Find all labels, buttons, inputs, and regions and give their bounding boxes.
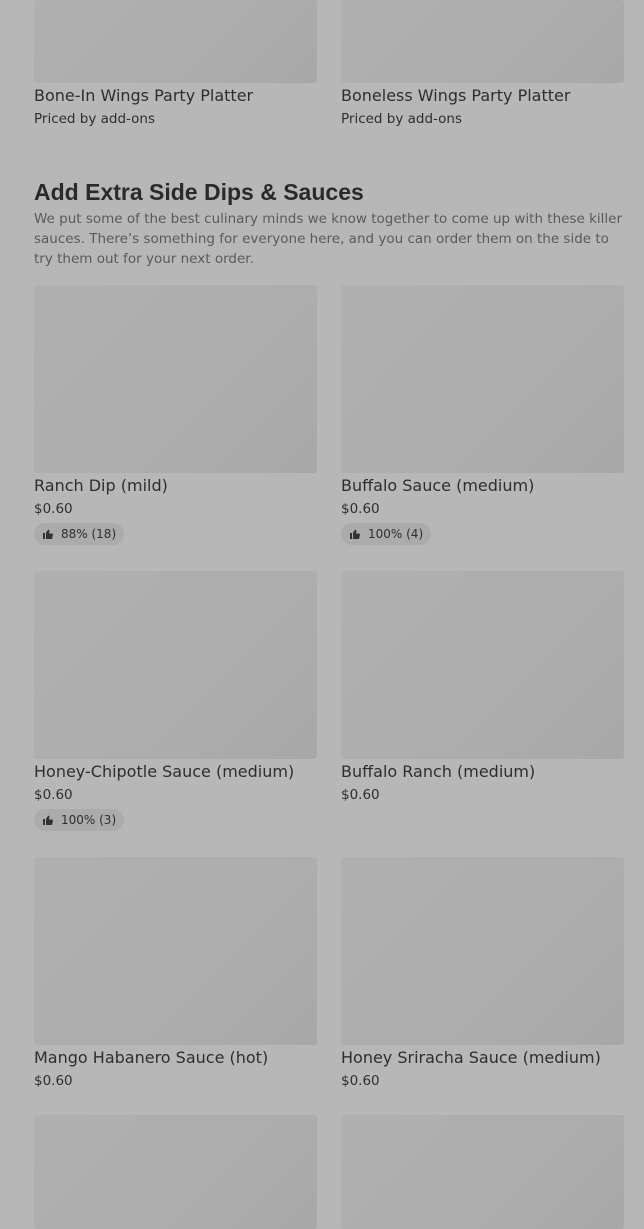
item-name[interactable]: Ranch Dip (mild)	[34, 476, 324, 496]
item-name[interactable]: Mango Habanero Sauce (hot)	[34, 1048, 324, 1068]
honey-sriracha-sauce-image[interactable]	[341, 857, 624, 1045]
item-price: Priced by add-ons	[34, 111, 156, 127]
rating-text: 100% (4)	[368, 527, 424, 541]
rating-badge: 100% (4)	[341, 523, 432, 545]
thumbs-up-icon	[43, 815, 53, 825]
mango-habanero-sauce-image[interactable]	[34, 857, 317, 1045]
bone-in-wings-platter-image[interactable]	[34, 0, 317, 83]
menu-page: Bone-In Wings Party Platter Priced by ad…	[0, 0, 644, 1229]
item-price: $0.60	[341, 787, 380, 803]
item-price: $0.60	[341, 1073, 380, 1089]
thumbs-up-icon	[43, 529, 53, 539]
menu-item-image[interactable]	[341, 1115, 624, 1229]
ranch-dip-image[interactable]	[34, 285, 317, 473]
rating-text: 88% (18)	[61, 527, 117, 541]
boneless-wings-platter-image[interactable]	[341, 0, 624, 83]
buffalo-sauce-image[interactable]	[341, 285, 624, 473]
rating-badge: 88% (18)	[34, 523, 125, 545]
honey-chipotle-sauce-image[interactable]	[34, 571, 317, 759]
item-price: $0.60	[34, 787, 73, 803]
thumbs-up-icon	[350, 529, 360, 539]
item-name[interactable]: Bone-In Wings Party Platter	[34, 86, 324, 106]
section-description: We put some of the best culinary minds w…	[34, 211, 623, 267]
menu-item-image[interactable]	[34, 1115, 317, 1229]
item-name[interactable]: Buffalo Ranch (medium)	[341, 762, 631, 782]
rating-text: 100% (3)	[61, 813, 117, 827]
item-price: $0.60	[34, 501, 73, 517]
item-name[interactable]: Boneless Wings Party Platter	[341, 86, 631, 106]
item-name[interactable]: Buffalo Sauce (medium)	[341, 476, 631, 496]
item-price: $0.60	[341, 501, 380, 517]
item-price: $0.60	[34, 1073, 73, 1089]
rating-badge: 100% (3)	[34, 809, 125, 831]
section-title: Add Extra Side Dips & Sauces	[34, 179, 364, 205]
item-price: Priced by add-ons	[341, 111, 463, 127]
item-name[interactable]: Honey-Chipotle Sauce (medium)	[34, 762, 324, 782]
buffalo-ranch-image[interactable]	[341, 571, 624, 759]
item-name[interactable]: Honey Sriracha Sauce (medium)	[341, 1048, 631, 1068]
